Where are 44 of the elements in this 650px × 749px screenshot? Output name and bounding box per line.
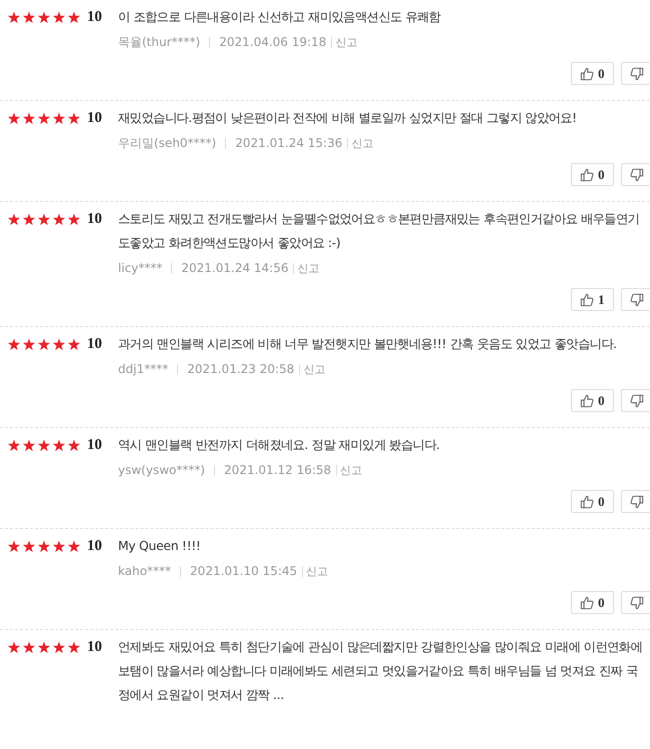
review-text: 재밌었습니다.평점이 낮은편이라 전작에 비해 별로일까 싶었지만 절대 그렇지 않았어요! [118, 109, 578, 127]
thumbs-up-icon [580, 494, 594, 508]
review-text: 이 조합으로 다른내용이라 신선하고 재미있음액션신도 유쾌함 [118, 8, 442, 26]
rating-score: 10 [87, 537, 102, 556]
review-date: 2021.01.24 15:36 [235, 136, 342, 150]
thumbs-down-icon [630, 292, 644, 306]
reviewer-name: ysw(yswo****) [118, 463, 206, 477]
thumbs-down-icon [630, 596, 644, 610]
rating-score: 10 [87, 436, 102, 455]
thumbs-up-icon [580, 168, 594, 182]
thumbs-up-icon [580, 394, 594, 408]
rating-score: 10 [87, 8, 102, 27]
reviewer-name: kaho**** [118, 564, 172, 578]
review-text: 언제봐도 재밌어요 특히 첨단기술에 관심이 많은데짧지만 강렬한인상을 많이줘요 미래에 이런연화에 보탬이 많을서라 예상합니다 미래에봐도 세련되고 멋있을거같아요 특히 배우님들 넘 멋져요 진짜 국정에서 요원같이 멋져서 깜짝 ... [118, 638, 644, 704]
rating-score: 10 [87, 109, 102, 128]
thumbs-down-icon [630, 394, 644, 408]
like-button[interactable]: 0 [571, 490, 614, 513]
thumbs-up-icon [580, 292, 594, 306]
like-button[interactable]: 0 [571, 389, 614, 412]
reviewer-name: 우리밀(seh0****) [118, 134, 216, 152]
rating-score: 10 [87, 638, 102, 657]
reviewer-name: 목율(thur****) [118, 34, 200, 50]
like-button[interactable]: 0 [571, 62, 614, 85]
review-text: 과거의 맨인블랙 시리즈에 비해 너무 발전햇지만 볼만햇네용!!! 간혹 웃음도 있었고 좋앗습니다. [118, 335, 618, 353]
review-date: 2021.01.23 20:58 [187, 362, 294, 376]
reviewer-name: ddj1**** [118, 362, 168, 376]
thumbs-up-icon [580, 596, 594, 610]
review-date: 2021.01.10 15:45 [190, 564, 298, 578]
review-date: 2021.01.24 14:56 [181, 261, 288, 275]
thumbs-up-icon [580, 66, 594, 80]
rating-score: 10 [87, 210, 102, 229]
review-text: My Queen !!!! [118, 537, 202, 555]
review-text: 역시 맨인블랙 반전까지 더해졌네요. 정말 재미있게 봤습니다. [118, 436, 441, 454]
review-date: 2021.01.12 16:58 [224, 463, 332, 477]
review-date: 2021.04.06 19:18 [219, 35, 326, 49]
like-button[interactable]: 0 [571, 591, 614, 614]
like-button[interactable]: 0 [571, 163, 614, 186]
thumbs-down-icon [630, 168, 644, 182]
thumbs-down-icon [630, 494, 644, 508]
thumbs-down-icon [630, 66, 644, 80]
rating-score: 10 [87, 335, 102, 354]
reviewer-name: licy**** [118, 261, 162, 275]
like-button[interactable]: 1 [571, 288, 614, 311]
review-text: 스토리도 재밌고 전개도빨라서 눈을뗼수없었어요ㅎㅎ본편만큼재밌는 후속편인거같아요 배우들연기도좋았고 화려한액션도많아서 좋았어요 :-) [118, 210, 640, 252]
